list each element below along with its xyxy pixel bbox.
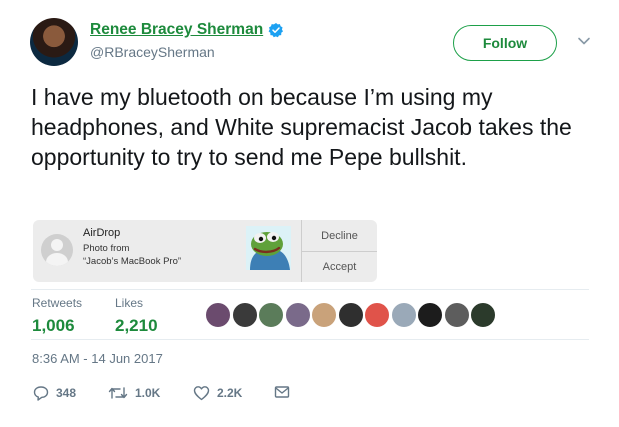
liker-avatar[interactable] [364,302,390,328]
airdrop-notification: AirDrop Photo from “Jacob’s MacBook Pro” [33,220,301,282]
chevron-down-icon[interactable] [576,35,592,47]
airdrop-sender-avatar-icon [41,234,73,266]
likes-stat-label: Likes [115,296,144,310]
pepe-frog-thumbnail [246,226,291,270]
liker-avatar[interactable] [390,302,417,328]
retweet-action[interactable]: 1.0K [108,385,160,401]
retweet-count: 1.0K [135,386,161,400]
retweet-icon [108,387,128,399]
like-count: 2.2K [217,386,243,400]
airdrop-sender-device: “Jacob’s MacBook Pro” [83,256,182,267]
liker-avatar[interactable] [311,302,337,328]
envelope-icon [274,386,290,398]
likes-stat-count: 2,210 [115,316,158,335]
liker-avatar[interactable] [417,302,443,328]
verified-badge-icon [268,23,284,38]
liker-avatar[interactable] [205,302,231,328]
liker-avatar[interactable] [443,302,470,328]
airdrop-image[interactable]: AirDrop Photo from “Jacob’s MacBook Pro”… [33,220,377,282]
retweets-stat-count: 1,006 [32,316,75,335]
reply-count: 348 [56,386,77,400]
liker-avatar[interactable] [470,302,496,328]
liker-avatar[interactable] [284,302,311,328]
airdrop-photo-from: Photo from [83,243,130,254]
liker-avatar[interactable] [231,302,258,328]
liker-avatar[interactable] [258,302,284,328]
stats-bottom-divider [31,339,589,340]
stats-top-divider [31,289,589,290]
author-avatar[interactable] [30,18,78,66]
reply-action[interactable]: 348 [33,385,76,401]
tweet-text: I have my bluetooth on because I’m using… [31,84,572,170]
likes-stat[interactable]: Likes 2,210 [115,296,158,336]
heart-icon [193,386,210,401]
liker-avatar[interactable] [337,302,364,328]
airdrop-accept-button[interactable]: Accept [302,252,377,282]
direct-message-action[interactable] [274,385,290,399]
author-name-row[interactable]: Renee Bracey Sherman [90,21,284,39]
retweets-stat[interactable]: Retweets 1,006 [32,296,82,336]
liker-avatars [205,302,497,328]
like-action[interactable]: 2.2K [193,385,242,401]
airdrop-decline-button[interactable]: Decline [302,220,377,251]
airdrop-title: AirDrop [83,227,121,239]
tweet-timestamp[interactable]: 8:36 AM - 14 Jun 2017 [32,351,163,366]
follow-button[interactable]: Follow [453,25,557,61]
reply-icon [33,386,49,401]
author-display-name[interactable]: Renee Bracey Sherman [90,21,263,39]
retweets-stat-label: Retweets [32,296,83,310]
author-handle[interactable]: @RBraceySherman [90,44,215,60]
